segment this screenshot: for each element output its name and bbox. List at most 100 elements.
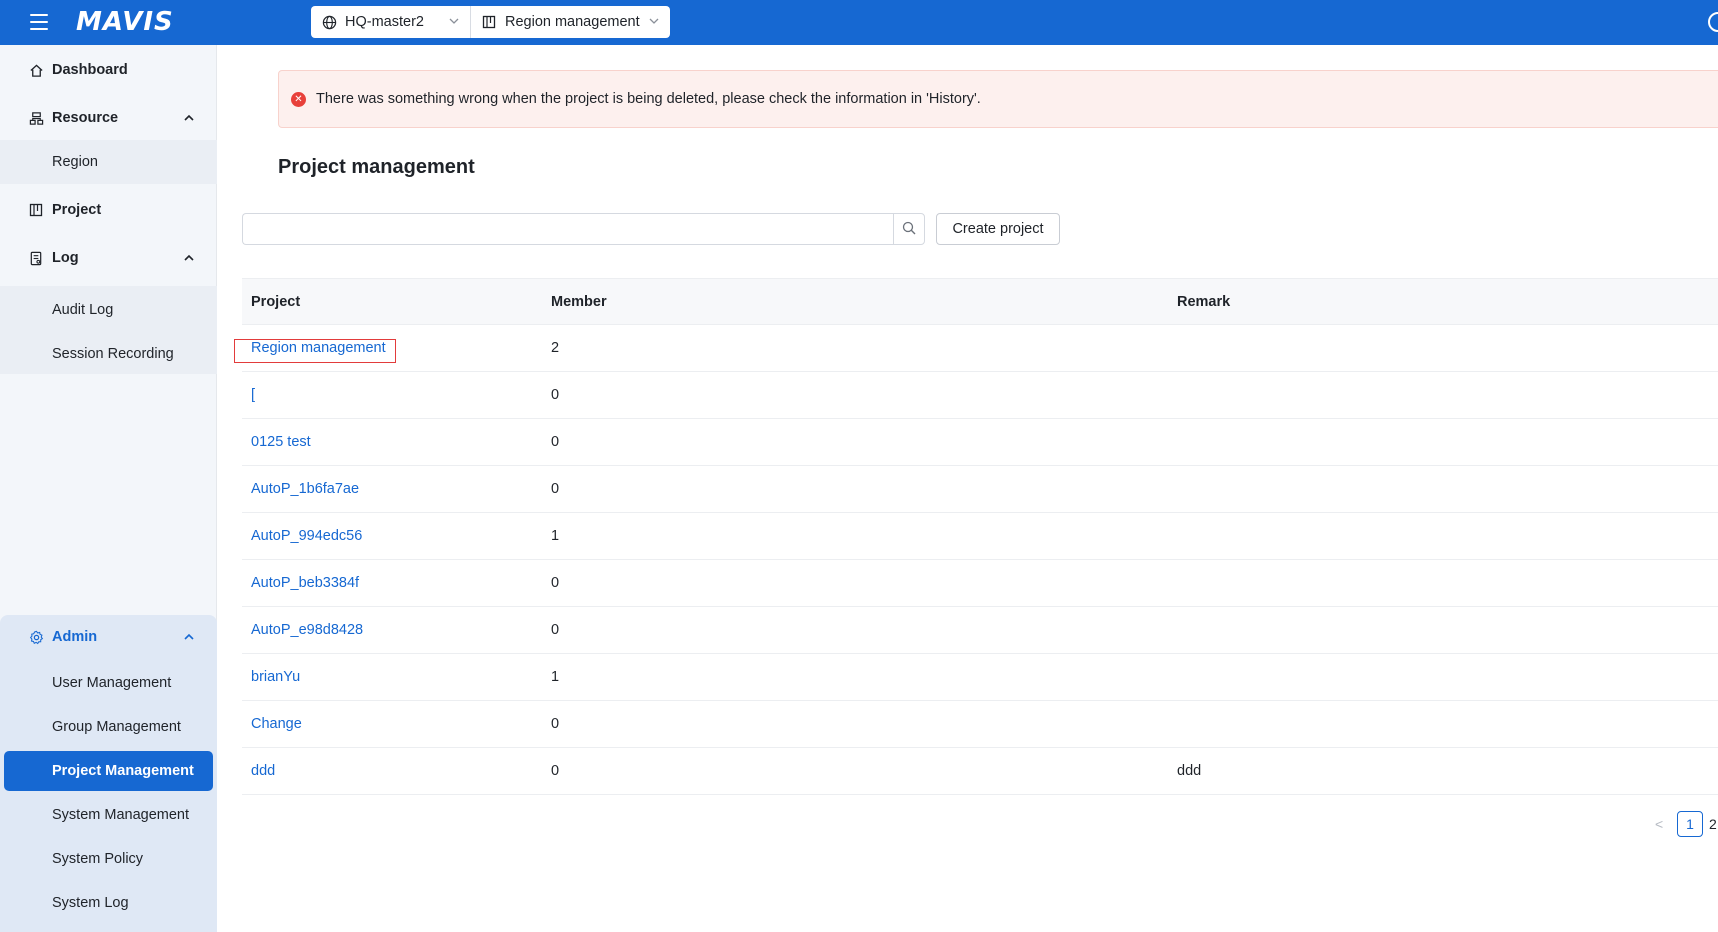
resource-submenu: Region — [0, 140, 217, 184]
sidebar-item-dashboard[interactable]: Dashboard — [0, 48, 217, 92]
member-count: 0 — [551, 716, 560, 732]
sidebar: Dashboard Resource Region Project Log Au… — [0, 45, 217, 932]
table-row: AutoP_1b6fa7ae 0 — [242, 466, 1718, 513]
chevron-up-icon — [183, 112, 195, 124]
search-button[interactable] — [893, 213, 925, 245]
member-count: 0 — [551, 622, 560, 638]
table-row: Region management 2 — [242, 325, 1718, 372]
sidebar-item-label: Group Management — [52, 719, 181, 735]
sidebar-item-label: System Log — [52, 895, 129, 911]
project-link[interactable]: [ — [251, 387, 255, 403]
page-button[interactable]: 2 — [1709, 816, 1717, 832]
sidebar-item-label: Audit Log — [52, 302, 114, 318]
project-selector-value: Region management — [505, 14, 640, 30]
projects-table: Project Member Remark Region management … — [242, 278, 1718, 795]
project-icon — [481, 14, 497, 30]
top-bar: MAVIS HQ-master2 Region management — [0, 0, 1718, 45]
member-count: 0 — [551, 763, 560, 779]
home-icon — [28, 62, 44, 78]
project-link[interactable]: brianYu — [251, 669, 300, 685]
project-link[interactable]: ddd — [251, 763, 275, 779]
sidebar-item-region[interactable]: Region — [0, 142, 217, 182]
sidebar-item-user-management[interactable]: User Management — [0, 663, 217, 703]
member-count: 0 — [551, 575, 560, 591]
sidebar-item-label: Project Management — [52, 763, 194, 779]
sidebar-item-label: Resource — [52, 110, 119, 126]
sidebar-item-label: System Management — [52, 807, 190, 823]
table-row: 0125 test 0 — [242, 419, 1718, 466]
page-button-current[interactable]: 1 — [1677, 811, 1703, 837]
table-header: Project Member Remark — [242, 278, 1718, 325]
project-link[interactable]: Region management — [251, 340, 386, 356]
table-row: brianYu 1 — [242, 654, 1718, 701]
member-count: 0 — [551, 387, 560, 403]
chevron-up-icon — [183, 631, 195, 643]
search-input[interactable] — [242, 213, 893, 245]
table-row: AutoP_e98d8428 0 — [242, 607, 1718, 654]
sidebar-item-project-management[interactable]: Project Management — [4, 751, 213, 791]
sidebar-item-label: Project — [52, 202, 102, 218]
chevron-down-icon — [448, 15, 460, 27]
sidebar-item-session-recording[interactable]: Session Recording — [0, 334, 217, 374]
chevron-up-icon — [183, 252, 195, 264]
prev-page-button[interactable]: < — [1655, 816, 1675, 832]
project-link[interactable]: AutoP_e98d8428 — [251, 622, 363, 638]
member-count: 1 — [551, 669, 560, 685]
sidebar-item-system-policy[interactable]: System Policy — [0, 839, 217, 879]
sidebar-item-label: Dashboard — [52, 62, 128, 78]
search-icon — [902, 221, 916, 238]
error-icon: ✕ — [291, 91, 306, 107]
error-alert: ✕ There was something wrong when the pro… — [278, 70, 1718, 128]
sidebar-item-label: Log — [52, 250, 79, 266]
gear-icon — [28, 629, 44, 645]
sidebar-item-group-management[interactable]: Group Management — [0, 707, 217, 747]
refresh-icon[interactable] — [1708, 12, 1718, 32]
admin-section: Admin User Management Group Management P… — [0, 615, 217, 932]
sidebar-item-admin[interactable]: Admin — [0, 615, 217, 659]
project-link[interactable]: 0125 test — [251, 434, 311, 450]
member-count: 0 — [551, 434, 560, 450]
column-header-project: Project — [251, 294, 301, 310]
remark: ddd — [1177, 763, 1202, 779]
sidebar-item-label: Region — [52, 154, 98, 170]
sidebar-item-label: System Policy — [52, 851, 144, 867]
table-row: Change 0 — [242, 701, 1718, 748]
globe-icon — [321, 14, 337, 30]
column-header-member: Member — [551, 294, 607, 310]
table-row: AutoP_beb3384f 0 — [242, 560, 1718, 607]
project-selector[interactable]: Region management — [471, 6, 670, 38]
sidebar-item-label: Admin — [52, 629, 98, 645]
project-link[interactable]: Change — [251, 716, 302, 732]
site-selector[interactable]: HQ-master2 — [311, 6, 471, 38]
site-selector-value: HQ-master2 — [345, 14, 424, 30]
logo: MAVIS — [76, 7, 174, 37]
sidebar-item-resource[interactable]: Resource — [0, 96, 217, 140]
project-link[interactable]: AutoP_994edc56 — [251, 528, 362, 544]
alert-message: There was something wrong when the proje… — [316, 91, 981, 107]
member-count: 2 — [551, 340, 560, 356]
log-submenu: Audit Log Session Recording — [0, 286, 217, 374]
project-link[interactable]: AutoP_beb3384f — [251, 575, 359, 591]
resource-icon — [28, 110, 44, 126]
hamburger-icon[interactable] — [30, 14, 48, 30]
page-title: Project management — [278, 156, 475, 178]
sidebar-item-label: Session Recording — [52, 346, 174, 362]
sidebar-item-system-management[interactable]: System Management — [0, 795, 217, 835]
sidebar-item-label: User Management — [52, 675, 172, 691]
project-icon — [28, 202, 44, 218]
sidebar-item-log[interactable]: Log — [0, 236, 217, 280]
sidebar-item-project[interactable]: Project — [0, 188, 217, 232]
member-count: 1 — [551, 528, 560, 544]
table-row: AutoP_994edc56 1 — [242, 513, 1718, 560]
column-header-remark: Remark — [1177, 294, 1231, 310]
create-project-button[interactable]: Create project — [936, 213, 1060, 245]
log-icon — [28, 250, 44, 266]
table-row: [ 0 — [242, 372, 1718, 419]
member-count: 0 — [551, 481, 560, 497]
sidebar-item-system-log[interactable]: System Log — [0, 883, 217, 923]
pagination: < 1 2 — [1655, 811, 1717, 837]
chevron-down-icon — [648, 15, 660, 27]
table-row: ddd 0 ddd — [242, 748, 1718, 795]
project-link[interactable]: AutoP_1b6fa7ae — [251, 481, 359, 497]
sidebar-item-audit-log[interactable]: Audit Log — [0, 290, 217, 330]
